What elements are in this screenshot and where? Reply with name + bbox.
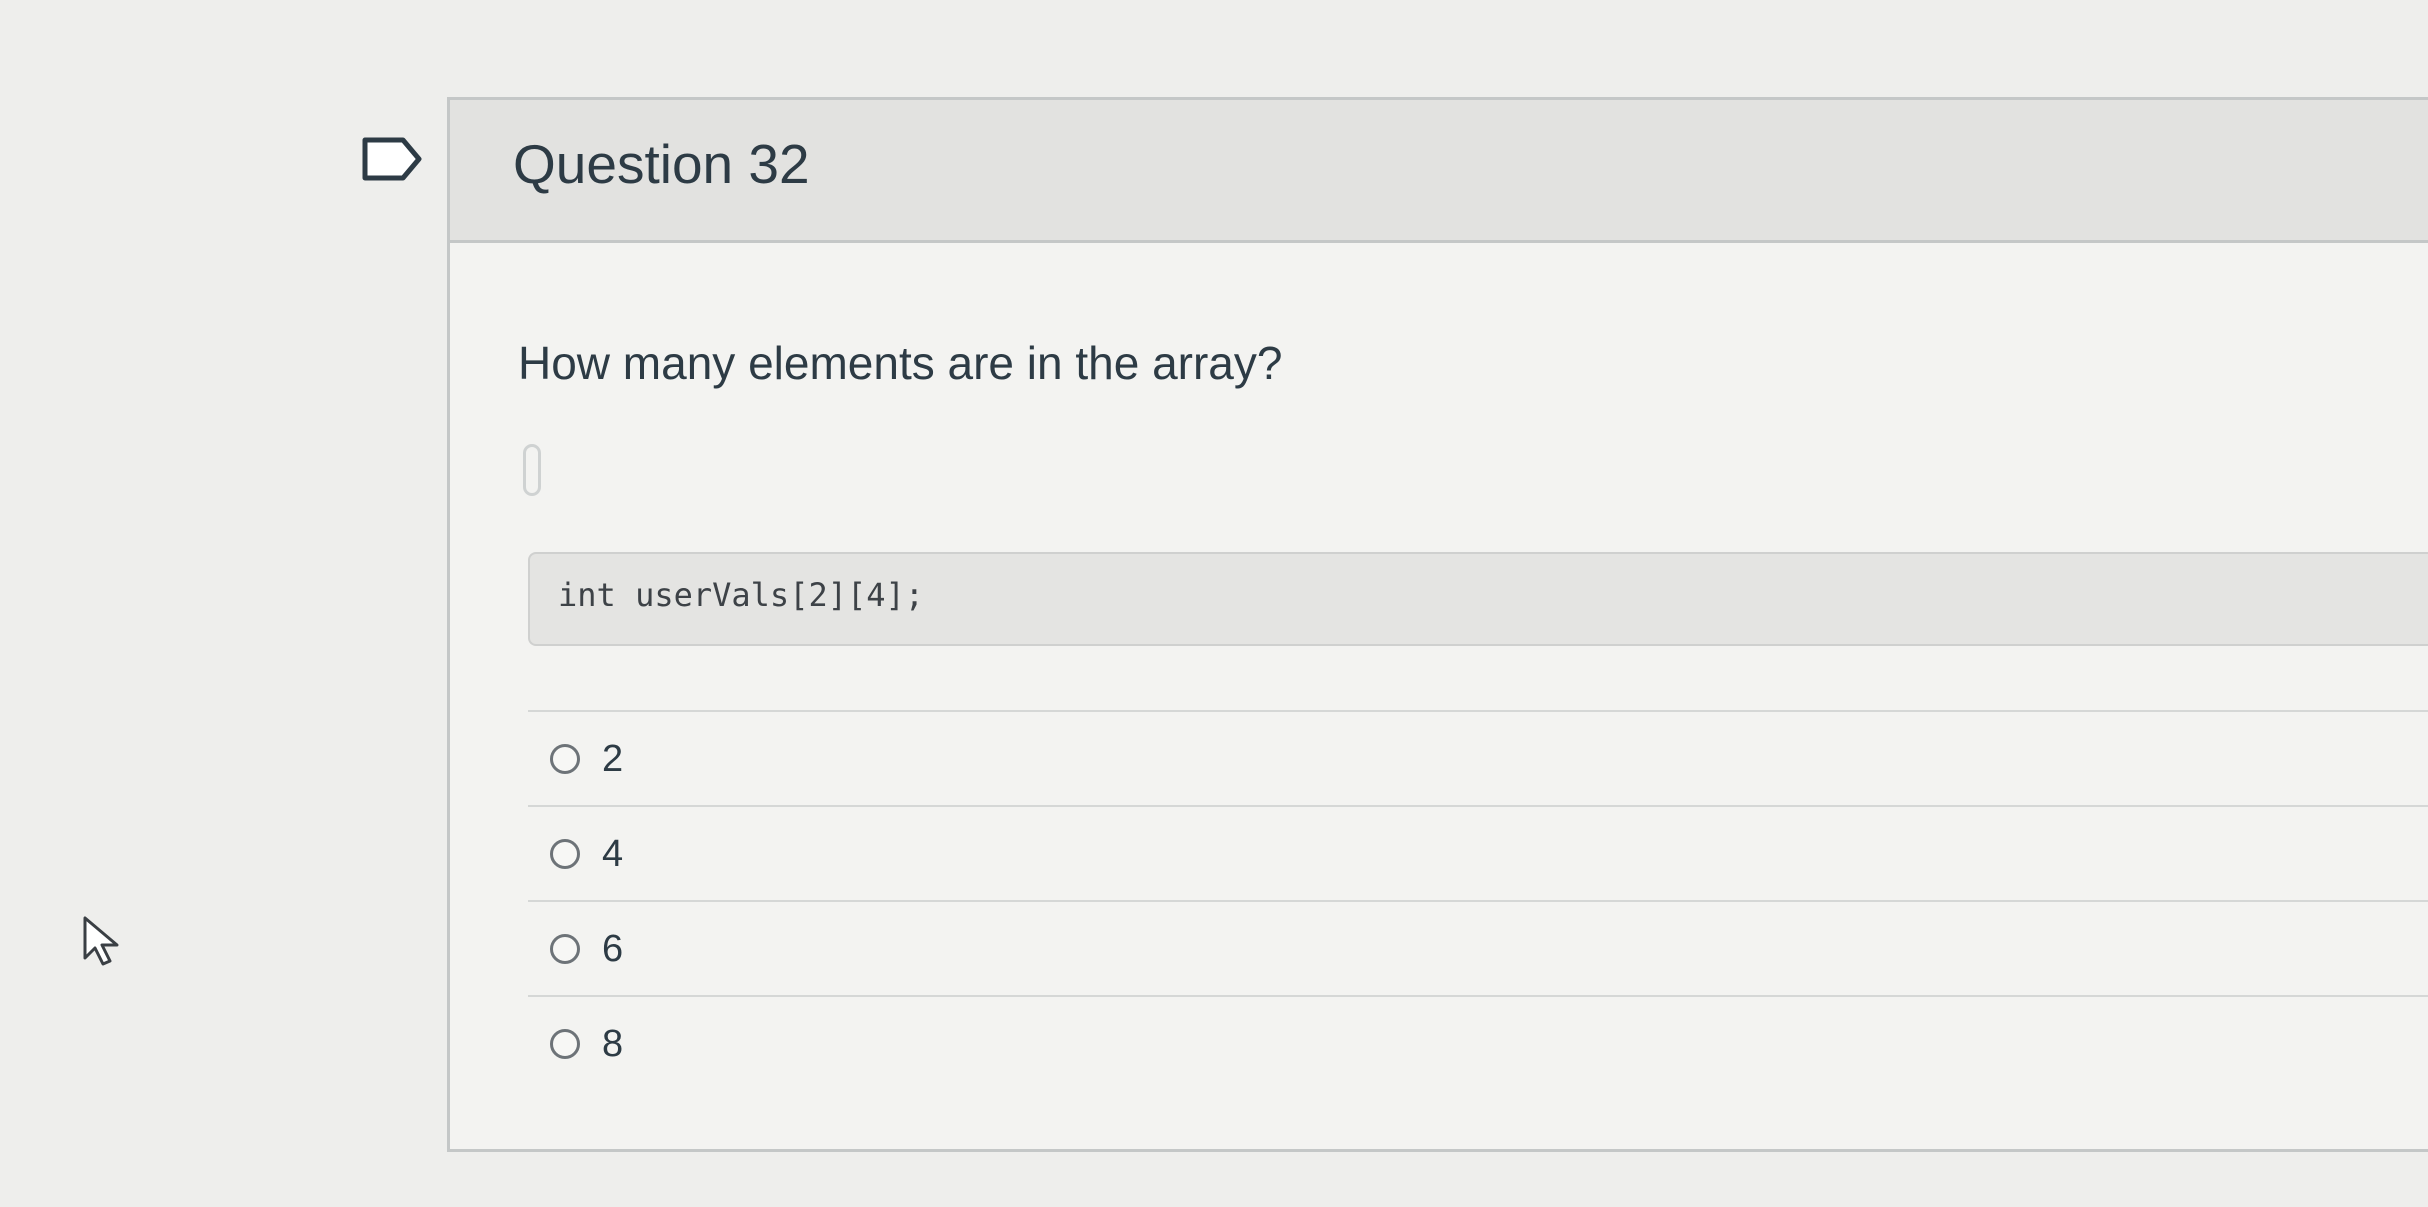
- answer-label: 2: [602, 738, 624, 780]
- answer-list: 2 4 6 8: [528, 710, 2428, 1090]
- radio-button[interactable]: [550, 839, 580, 869]
- answer-option[interactable]: 4: [528, 805, 2428, 900]
- code-block: int userVals[2][4];: [528, 552, 2428, 646]
- answer-label: 8: [602, 1023, 624, 1065]
- radio-button[interactable]: [550, 1029, 580, 1059]
- answer-option[interactable]: 6: [528, 900, 2428, 995]
- bookmark-flag-icon[interactable]: [361, 136, 423, 182]
- question-title: Question 32: [513, 133, 810, 195]
- radio-button[interactable]: [550, 744, 580, 774]
- question-card: Question 32 How many elements are in the…: [447, 97, 2428, 1152]
- answer-option[interactable]: 8: [528, 995, 2428, 1090]
- answer-label: 6: [602, 928, 624, 970]
- question-header: Question 32: [450, 100, 2428, 243]
- answer-label: 4: [602, 833, 624, 875]
- radio-button[interactable]: [550, 934, 580, 964]
- question-prompt: How many elements are in the array?: [518, 337, 1283, 389]
- code-text: int userVals[2][4];: [558, 576, 925, 614]
- mouse-pointer-icon: [79, 914, 123, 968]
- text-cursor-icon: [523, 444, 541, 496]
- answer-option[interactable]: 2: [528, 710, 2428, 805]
